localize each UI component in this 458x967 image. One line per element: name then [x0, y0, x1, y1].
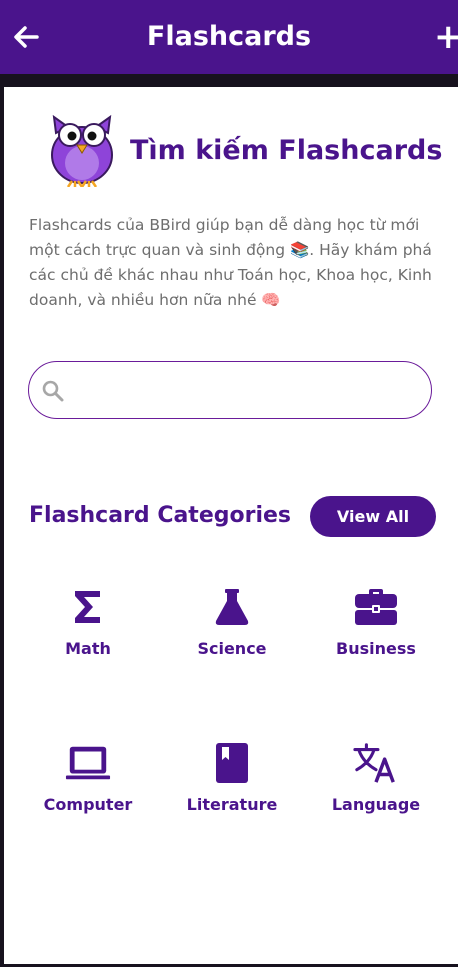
category-label: Literature [186, 795, 278, 814]
category-science[interactable]: Science [160, 585, 304, 685]
page-title: Flashcards [146, 21, 312, 52]
main-panel: Tìm kiếm Flashcards Flashcards của BBird… [4, 87, 458, 964]
search-bar [28, 361, 432, 419]
category-label: Science [197, 639, 267, 658]
hero-header: Tìm kiếm Flashcards [48, 111, 442, 191]
view-all-button[interactable]: View All [310, 496, 436, 537]
app-bar: Flashcards + [0, 0, 458, 74]
laptop-icon [65, 741, 111, 785]
hero-title: Tìm kiếm Flashcards [130, 135, 443, 166]
category-business[interactable]: Business [304, 585, 448, 685]
category-literature[interactable]: Literature [160, 741, 304, 841]
category-language[interactable]: Language [304, 741, 448, 841]
book-icon [209, 741, 255, 785]
search-icon [42, 380, 64, 402]
search-input[interactable] [77, 372, 421, 410]
category-label: Language [331, 795, 421, 814]
description-text: Flashcards của BBird giúp bạn dễ dàng họ… [29, 216, 432, 309]
translate-icon [353, 741, 399, 785]
category-label: Computer [43, 795, 133, 814]
categories-title: Flashcard Categories [29, 503, 292, 528]
sigma-icon [65, 585, 111, 629]
add-button[interactable]: + [434, 18, 458, 56]
category-label: Math [65, 639, 111, 658]
owl-logo [51, 114, 113, 187]
category-label: Business [336, 639, 416, 658]
category-math[interactable]: Math [16, 585, 160, 685]
category-computer[interactable]: Computer [16, 741, 160, 841]
flask-icon [209, 585, 255, 629]
briefcase-icon [353, 585, 399, 629]
